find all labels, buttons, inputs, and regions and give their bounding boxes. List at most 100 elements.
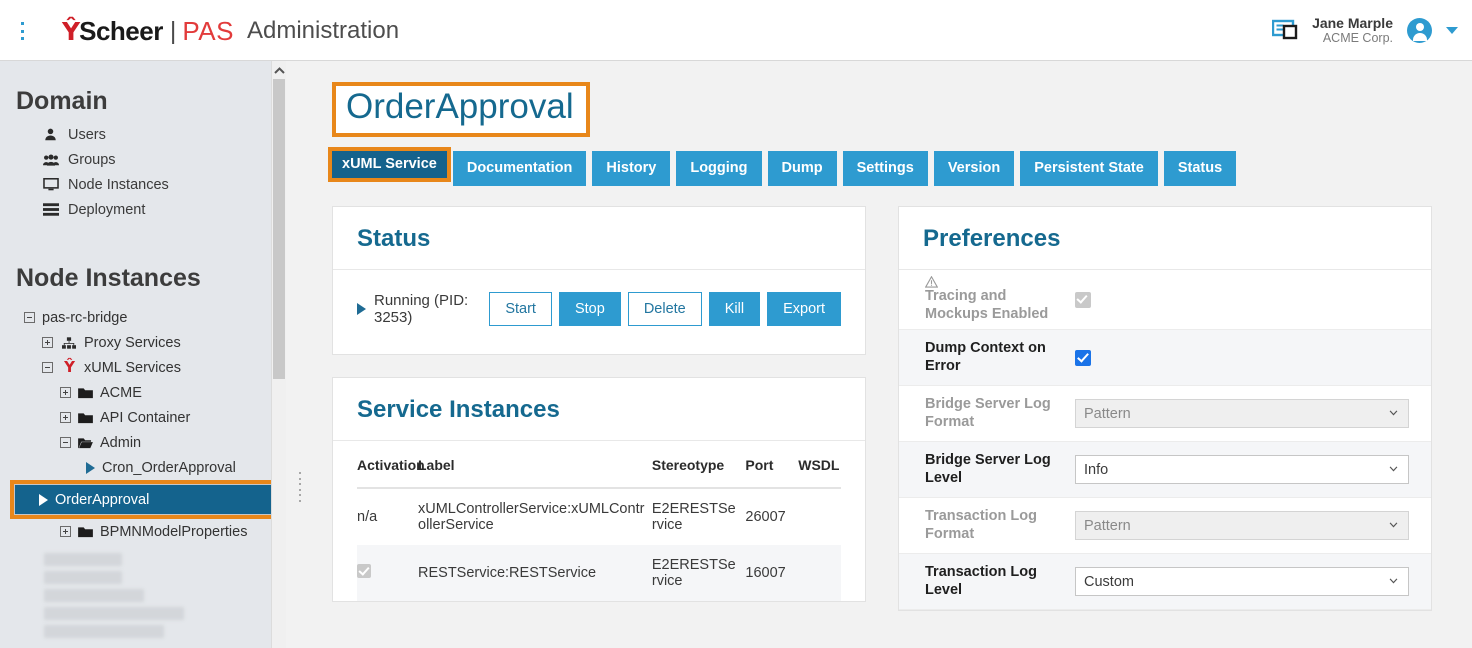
tree-node-bpmnmodelproperties[interactable]: BPMNModelProperties xyxy=(0,519,286,544)
tree-toggle-minus-icon[interactable] xyxy=(24,312,35,323)
tree-toggle-minus-icon[interactable] xyxy=(60,437,71,448)
chevron-down-icon[interactable] xyxy=(1446,26,1458,34)
export-button[interactable]: Export xyxy=(767,291,841,327)
tree-node-label: Admin xyxy=(100,434,142,451)
transaction-log-level-select[interactable]: Custom xyxy=(1075,567,1409,597)
play-icon xyxy=(39,493,48,506)
tree-node-admin[interactable]: Admin xyxy=(0,430,286,455)
tab-persistent-state[interactable]: Persistent State xyxy=(1020,150,1158,186)
service-state: Running (PID: 3253) xyxy=(357,292,489,326)
status-card-title: Status xyxy=(357,225,431,252)
app-header: Ŷ Scheer | PAS Administration Jane Marpl… xyxy=(0,0,1472,61)
select-wrapper: Pattern xyxy=(1075,399,1409,429)
transaction-log-format-select[interactable]: Pattern xyxy=(1075,511,1409,541)
user-avatar-icon[interactable] xyxy=(1407,17,1432,43)
tree-node-api-container[interactable]: API Container xyxy=(0,405,286,430)
tree-node-pas-rc-bridge[interactable]: pas-rc-bridge xyxy=(0,305,286,330)
service-instances-header: Service Instances xyxy=(333,378,865,441)
tree-node-proxy-services[interactable]: Proxy Services xyxy=(0,330,286,355)
tab-version[interactable]: Version xyxy=(933,150,1015,186)
server-stack-icon xyxy=(42,203,59,216)
bridge-server-log-level-select[interactable]: Info xyxy=(1075,455,1409,485)
sidebar-item-deployment[interactable]: Deployment xyxy=(0,197,286,222)
preferences-title: Preferences xyxy=(923,225,1061,252)
start-button[interactable]: Start xyxy=(489,291,552,327)
pref-control xyxy=(1075,349,1409,366)
tree-node-cron-orderapproval[interactable]: Cron_OrderApproval xyxy=(0,455,286,480)
drag-handle-icon[interactable] xyxy=(296,472,303,502)
sidebar-item-groups[interactable]: Groups xyxy=(0,147,286,172)
warning-triangle-icon xyxy=(925,276,938,288)
column-label: Label xyxy=(418,449,652,489)
tree-toggle-minus-icon[interactable] xyxy=(42,362,53,373)
status-row: Running (PID: 3253) Start Stop Delete Ki… xyxy=(357,286,841,332)
tab-dump[interactable]: Dump xyxy=(767,150,837,186)
pref-control: Pattern xyxy=(1075,511,1409,541)
pref-label: Tracing and Mockups Enabled xyxy=(925,276,1075,323)
users-group-icon xyxy=(42,154,59,166)
kebab-menu-icon[interactable] xyxy=(14,20,30,42)
cell-stereotype: E2ERESTService xyxy=(651,501,736,533)
tree-toggle-plus-icon[interactable] xyxy=(60,387,71,398)
sidebar-scrollbar[interactable] xyxy=(271,61,286,648)
dump-context-checkbox[interactable] xyxy=(1075,349,1091,366)
user-info: Jane Marple ACME Corp. xyxy=(1312,15,1393,45)
chevron-up-icon[interactable] xyxy=(272,63,286,77)
service-instances-title: Service Instances xyxy=(357,396,560,423)
cell-activation: n/a xyxy=(357,509,378,525)
pref-label: Bridge Server Log Format xyxy=(925,396,1051,430)
kill-button[interactable]: Kill xyxy=(708,291,761,327)
pref-row-transaction-log-level: Transaction Log Level Custom xyxy=(899,554,1431,611)
pref-label-text: Tracing and Mockups Enabled xyxy=(925,288,1049,322)
service-state-text: Running (PID: 3253) xyxy=(374,292,469,326)
sidebar: Domain Users Groups Node Instances Deplo… xyxy=(0,61,286,648)
folder-open-icon xyxy=(78,437,93,448)
tab-xuml-service[interactable]: xUML Service xyxy=(328,146,451,182)
sidebar-scrollbar-thumb[interactable] xyxy=(273,79,285,379)
column-wsdl: WSDL xyxy=(798,449,841,489)
tree-toggle-plus-icon[interactable] xyxy=(42,337,53,348)
stop-button[interactable]: Stop xyxy=(558,291,621,327)
pref-row-bridge-server-log-format: Bridge Server Log Format Pattern xyxy=(899,386,1431,443)
sidebar-item-label: Users xyxy=(68,126,106,143)
sitemap-icon xyxy=(60,336,77,349)
tab-status[interactable]: Status xyxy=(1163,150,1237,186)
delete-button[interactable]: Delete xyxy=(627,291,702,327)
tab-logging[interactable]: Logging xyxy=(676,150,762,186)
tree-node-xuml-services[interactable]: Ŷ xUML Services xyxy=(0,355,286,380)
column-activation: Activation xyxy=(357,449,425,489)
tree-node-orderapproval-selected[interactable]: OrderApproval xyxy=(14,484,286,515)
tab-settings[interactable]: Settings xyxy=(842,150,928,186)
user-icon xyxy=(42,128,59,141)
pref-row-transaction-log-format: Transaction Log Format Pattern xyxy=(899,498,1431,555)
table-row[interactable]: RESTService:RESTService E2ERESTService 1… xyxy=(357,545,841,601)
sidebar-item-node-instances[interactable]: Node Instances xyxy=(0,172,286,197)
page-title-highlight: OrderApproval xyxy=(332,82,590,137)
bridge-server-log-format-select[interactable]: Pattern xyxy=(1075,399,1409,429)
activation-checkbox-disabled xyxy=(357,564,371,578)
pref-label: Transaction Log Format xyxy=(925,508,1037,542)
tree-toggle-plus-icon[interactable] xyxy=(60,412,71,423)
sidebar-item-label: Groups xyxy=(68,151,116,168)
tree-node-label: Cron_OrderApproval xyxy=(102,459,236,476)
sidebar-item-users[interactable]: Users xyxy=(0,122,286,147)
cell-label: RESTService:RESTService xyxy=(418,545,652,601)
tab-documentation[interactable]: Documentation xyxy=(452,150,587,186)
pref-label: Bridge Server Log Level xyxy=(925,452,1051,486)
tracing-checkbox-disabled xyxy=(1075,291,1091,308)
tree-toggle-plus-icon[interactable] xyxy=(60,526,71,537)
sidebar-node-instances-heading: Node Instances xyxy=(16,264,201,292)
play-icon xyxy=(357,303,366,315)
select-wrapper: Pattern xyxy=(1075,511,1409,541)
cell-label: xUMLControllerService:xUMLControllerServ… xyxy=(418,501,645,533)
service-instances-table: Activation Label Stereotype Port WSDL n/… xyxy=(357,449,841,601)
left-column: Status Running (PID: 3253) Start Stop De… xyxy=(332,206,866,633)
folder-icon xyxy=(78,412,93,423)
pref-label: Dump Context on Error xyxy=(925,340,1046,374)
page-title: OrderApproval xyxy=(346,87,574,126)
table-row[interactable]: n/a xUMLControllerService:xUMLController… xyxy=(357,488,841,545)
tree-node-label: xUML Services xyxy=(84,359,181,376)
layout-panel-icon[interactable] xyxy=(1272,19,1298,41)
tree-node-acme[interactable]: ACME xyxy=(0,380,286,405)
tab-history[interactable]: History xyxy=(592,150,671,186)
